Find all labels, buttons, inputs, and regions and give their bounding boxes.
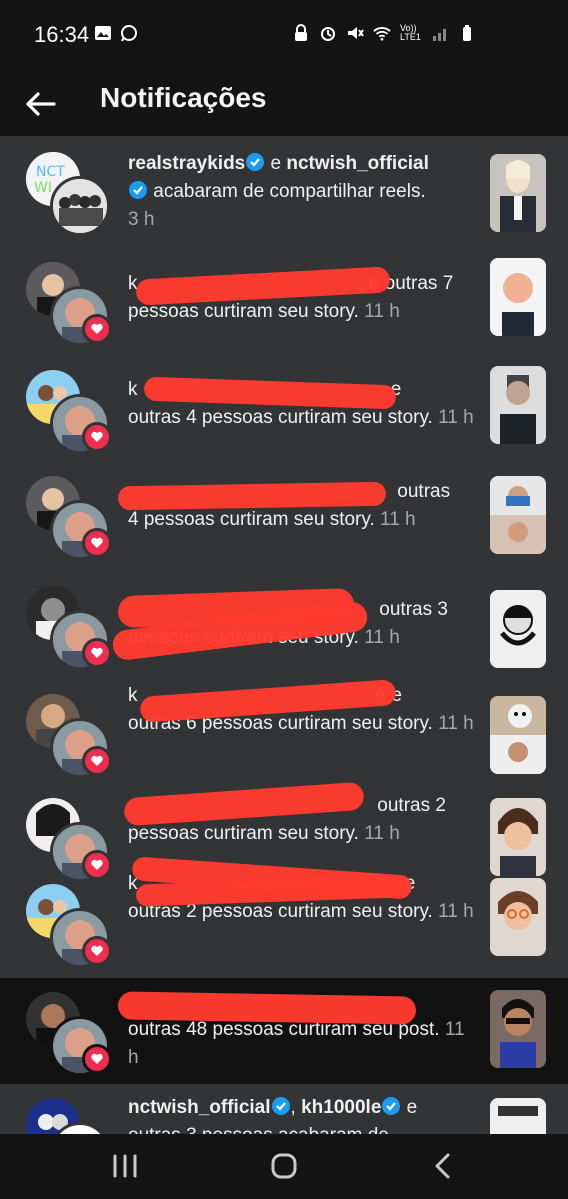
avatar[interactable]	[50, 176, 110, 236]
timestamp: 3 h	[128, 209, 155, 230]
app-header: Notificações	[0, 70, 568, 136]
timestamp: 11 h	[364, 823, 400, 844]
recents-icon[interactable]	[107, 1150, 143, 1182]
mute-icon	[348, 27, 364, 39]
like-heart-icon	[82, 850, 112, 880]
timestamp: 11 h	[364, 301, 400, 322]
lock-icon	[295, 24, 307, 41]
post-thumbnail[interactable]	[490, 154, 546, 232]
notification-row[interactable]: k e outras 2 pessoas curtiram seu story.…	[0, 856, 568, 978]
notification-row[interactable]: NCT WI realstraykids e nctwish_official a…	[0, 136, 568, 248]
status-bar: 16:34 Vo)) LTE1	[0, 0, 568, 70]
timestamp: 11 h	[438, 901, 474, 922]
verified-badge-icon	[382, 1097, 401, 1115]
redaction-mark	[117, 991, 417, 1025]
like-heart-icon	[82, 314, 112, 344]
notification-row[interactable]: outras 48 pessoas curtiram seu post. 11 …	[0, 978, 568, 1084]
post-thumbnail[interactable]	[490, 696, 546, 774]
timestamp: 11 h	[438, 407, 474, 428]
verified-badge-icon	[271, 1097, 290, 1115]
notifications-list[interactable]: NCT WI realstraykids e nctwish_official a…	[0, 136, 568, 1134]
post-thumbnail[interactable]	[490, 1098, 546, 1134]
username[interactable]: nctwish_official	[128, 1097, 271, 1118]
timestamp: 11 h	[364, 627, 400, 648]
signal-icon	[433, 29, 446, 41]
image-icon	[95, 26, 111, 40]
notification-row[interactable]: ke e outras 6 pessoas curtiram seu story…	[0, 679, 568, 788]
post-thumbnail[interactable]	[490, 258, 546, 336]
redaction-mark	[117, 481, 387, 511]
like-heart-icon	[82, 422, 112, 452]
post-thumbnail[interactable]	[490, 476, 546, 554]
username[interactable]: realstraykids	[128, 153, 245, 174]
notification-text: realstraykids e nctwish_official acabara…	[128, 153, 429, 230]
timestamp: 11 h	[438, 713, 474, 734]
post-thumbnail[interactable]	[490, 798, 546, 876]
notification-row[interactable]: outras 3 pessoas curtiram seu story. 11 …	[0, 572, 568, 682]
notification-row[interactable]: k e outras 4 pessoas curtiram seu story.…	[0, 356, 568, 462]
wifi-icon	[373, 27, 391, 41]
post-thumbnail[interactable]	[490, 990, 546, 1068]
home-icon[interactable]	[266, 1150, 302, 1182]
verified-badge-icon	[129, 181, 147, 199]
post-thumbnail[interactable]	[490, 590, 546, 668]
notification-text: nctwish_official, kh1000le e outras 3 pe…	[128, 1097, 418, 1134]
notification-row[interactable]: outras 4 pessoas curtiram seu story. 11 …	[0, 462, 568, 572]
system-nav-bar	[0, 1134, 568, 1199]
timestamp: 11 h	[380, 509, 416, 530]
volte-label: Vo)) LTE1	[400, 23, 421, 42]
whatsapp-icon	[121, 25, 137, 42]
back-arrow-icon[interactable]	[22, 86, 58, 122]
like-heart-icon	[82, 528, 112, 558]
like-heart-icon	[82, 746, 112, 776]
like-heart-icon	[82, 1044, 112, 1074]
svg-text:WI: WI	[34, 180, 52, 196]
back-icon[interactable]	[426, 1150, 462, 1182]
svg-text:NCT: NCT	[36, 164, 65, 180]
username[interactable]: nctwish_official	[286, 153, 429, 174]
alarm-icon	[321, 27, 335, 41]
notification-row[interactable]: nctwish_official, kh1000le e outras 3 pe…	[0, 1084, 568, 1134]
like-heart-icon	[82, 936, 112, 966]
username[interactable]: kh1000le	[301, 1097, 381, 1118]
status-time: 16:34	[34, 22, 90, 47]
post-thumbnail[interactable]	[490, 878, 546, 956]
post-thumbnail[interactable]	[490, 366, 546, 444]
page-title: Notificações	[100, 82, 267, 113]
notification-text: outras 48 pessoas curtiram seu post. 11 …	[128, 1019, 465, 1068]
battery-icon	[463, 25, 471, 41]
verified-badge-icon	[246, 153, 265, 171]
notification-row[interactable]: k e outras 7 pessoas curtiram seu story.…	[0, 248, 568, 356]
like-heart-icon	[82, 638, 112, 668]
